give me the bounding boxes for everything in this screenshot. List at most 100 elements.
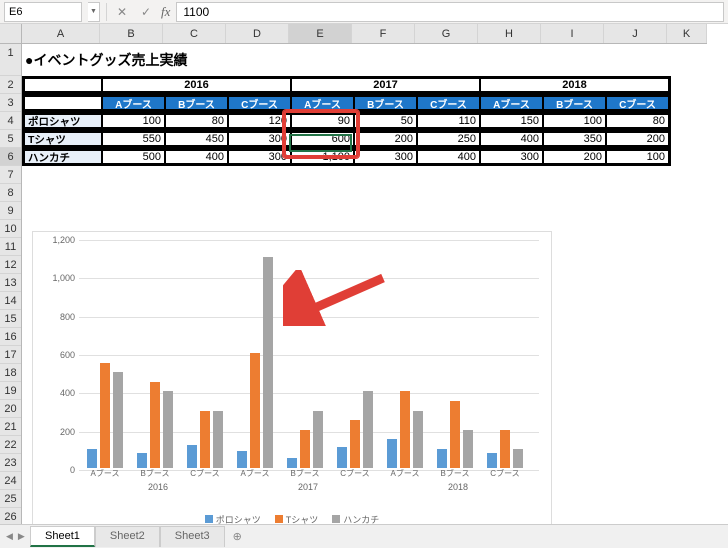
chart-xtick-minor: Bブース (433, 468, 477, 479)
col-header-J[interactable]: J (604, 24, 667, 43)
fx-icon[interactable]: fx (161, 4, 170, 20)
data-cell[interactable]: 500 (102, 150, 165, 164)
row-header-8[interactable]: 8 (0, 184, 21, 202)
chart-ytick: 200 (60, 427, 75, 437)
prev-sheet-icon[interactable]: ◀ (4, 529, 15, 544)
column-headers[interactable]: ABCDEFGHIJK (22, 24, 707, 44)
chart-bar (300, 430, 310, 468)
row-header-22[interactable]: 22 (0, 436, 21, 454)
sheet-tab[interactable]: Sheet3 (160, 526, 225, 547)
cancel-icon[interactable]: ✕ (113, 3, 131, 21)
data-cell[interactable]: 100 (543, 114, 606, 128)
select-all-corner[interactable] (0, 24, 22, 44)
row-header-21[interactable]: 21 (0, 418, 21, 436)
chart-bar (313, 411, 323, 469)
new-sheet-button[interactable]: ⊕ (225, 527, 250, 546)
data-cell[interactable]: 50 (354, 114, 417, 128)
data-cell[interactable]: 1,100 (291, 150, 354, 164)
row-header-23[interactable]: 23 (0, 454, 21, 472)
row-header-13[interactable]: 13 (0, 274, 21, 292)
data-cell[interactable]: 450 (165, 132, 228, 146)
booth-header: Cブース (606, 96, 669, 110)
data-cell[interactable]: 300 (228, 132, 291, 146)
row-header-3[interactable]: 3 (0, 94, 21, 112)
row-header-11[interactable]: 11 (0, 238, 21, 256)
data-cell[interactable]: 200 (543, 150, 606, 164)
data-cell[interactable]: 120 (228, 114, 291, 128)
next-sheet-icon[interactable]: ▶ (16, 529, 27, 544)
row-headers[interactable]: 1234567891011121314151617181920212223242… (0, 44, 22, 526)
tab-nav[interactable]: ◀▶ (4, 529, 27, 544)
data-cell[interactable]: 110 (417, 114, 480, 128)
booth-header: Aブース (291, 96, 354, 110)
data-cell[interactable]: 300 (228, 150, 291, 164)
chart-bar (150, 382, 160, 468)
data-cell[interactable]: 100 (102, 114, 165, 128)
col-header-A[interactable]: A (22, 24, 100, 43)
row-header-9[interactable]: 9 (0, 202, 21, 220)
chart-xtick-minor: Bブース (283, 468, 327, 479)
booth-header: Bブース (354, 96, 417, 110)
col-header-C[interactable]: C (163, 24, 226, 43)
data-cell[interactable]: 100 (606, 150, 669, 164)
col-header-K[interactable]: K (667, 24, 707, 43)
data-cell[interactable]: 400 (165, 150, 228, 164)
formula-bar[interactable]: 1100 (176, 2, 724, 22)
chart-ytick: 600 (60, 350, 75, 360)
title-cell: ●イベントグッズ売上実績 (22, 44, 422, 76)
embedded-chart[interactable]: 02004006008001,0001,200 AブースBブースCブースAブース… (32, 231, 552, 531)
col-header-I[interactable]: I (541, 24, 604, 43)
row-header-17[interactable]: 17 (0, 346, 21, 364)
row-header-7[interactable]: 7 (0, 166, 21, 184)
enter-icon[interactable]: ✓ (137, 3, 155, 21)
data-cell[interactable]: 550 (102, 132, 165, 146)
chart-xtick-major: 2018 (383, 482, 533, 492)
row-header-4[interactable]: 4 (0, 112, 21, 130)
data-cell[interactable]: 250 (417, 132, 480, 146)
col-header-G[interactable]: G (415, 24, 478, 43)
data-cell[interactable]: 600 (291, 132, 354, 146)
col-header-F[interactable]: F (352, 24, 415, 43)
spreadsheet-grid[interactable]: ABCDEFGHIJK 1234567891011121314151617181… (0, 24, 728, 524)
year-header: 2017 (291, 78, 480, 92)
data-cell[interactable]: 80 (606, 114, 669, 128)
data-cell[interactable]: 200 (606, 132, 669, 146)
chart-ytick: 1,000 (52, 273, 75, 283)
row-header-1[interactable]: 1 (0, 44, 21, 76)
col-header-E[interactable]: E (289, 24, 352, 43)
row-header-20[interactable]: 20 (0, 400, 21, 418)
data-cell[interactable]: 90 (291, 114, 354, 128)
product-label: ポロシャツ (24, 114, 102, 128)
row-header-10[interactable]: 10 (0, 220, 21, 238)
col-header-H[interactable]: H (478, 24, 541, 43)
row-header-15[interactable]: 15 (0, 310, 21, 328)
row-header-19[interactable]: 19 (0, 382, 21, 400)
name-box[interactable] (4, 2, 82, 22)
year-header: 2018 (480, 78, 669, 92)
name-box-dropdown[interactable]: ▼ (88, 2, 100, 22)
row-header-12[interactable]: 12 (0, 256, 21, 274)
col-header-B[interactable]: B (100, 24, 163, 43)
data-cell[interactable]: 400 (417, 150, 480, 164)
row-header-24[interactable]: 24 (0, 472, 21, 490)
data-cell[interactable]: 300 (480, 150, 543, 164)
sheet-tab[interactable]: Sheet1 (30, 526, 95, 547)
row-header-18[interactable]: 18 (0, 364, 21, 382)
booth-header: Aブース (480, 96, 543, 110)
row-header-16[interactable]: 16 (0, 328, 21, 346)
data-cell[interactable]: 80 (165, 114, 228, 128)
data-cell[interactable]: 400 (480, 132, 543, 146)
data-cell[interactable]: 350 (543, 132, 606, 146)
row-header-6[interactable]: 6 (0, 148, 21, 166)
row-header-5[interactable]: 5 (0, 130, 21, 148)
data-cell[interactable]: 200 (354, 132, 417, 146)
booth-header: Bブース (165, 96, 228, 110)
row-header-14[interactable]: 14 (0, 292, 21, 310)
data-cell[interactable]: 150 (480, 114, 543, 128)
sheet-tab[interactable]: Sheet2 (95, 526, 160, 547)
row-header-25[interactable]: 25 (0, 490, 21, 508)
row-header-2[interactable]: 2 (0, 76, 21, 94)
data-cell[interactable]: 300 (354, 150, 417, 164)
chart-bar (287, 458, 297, 468)
col-header-D[interactable]: D (226, 24, 289, 43)
